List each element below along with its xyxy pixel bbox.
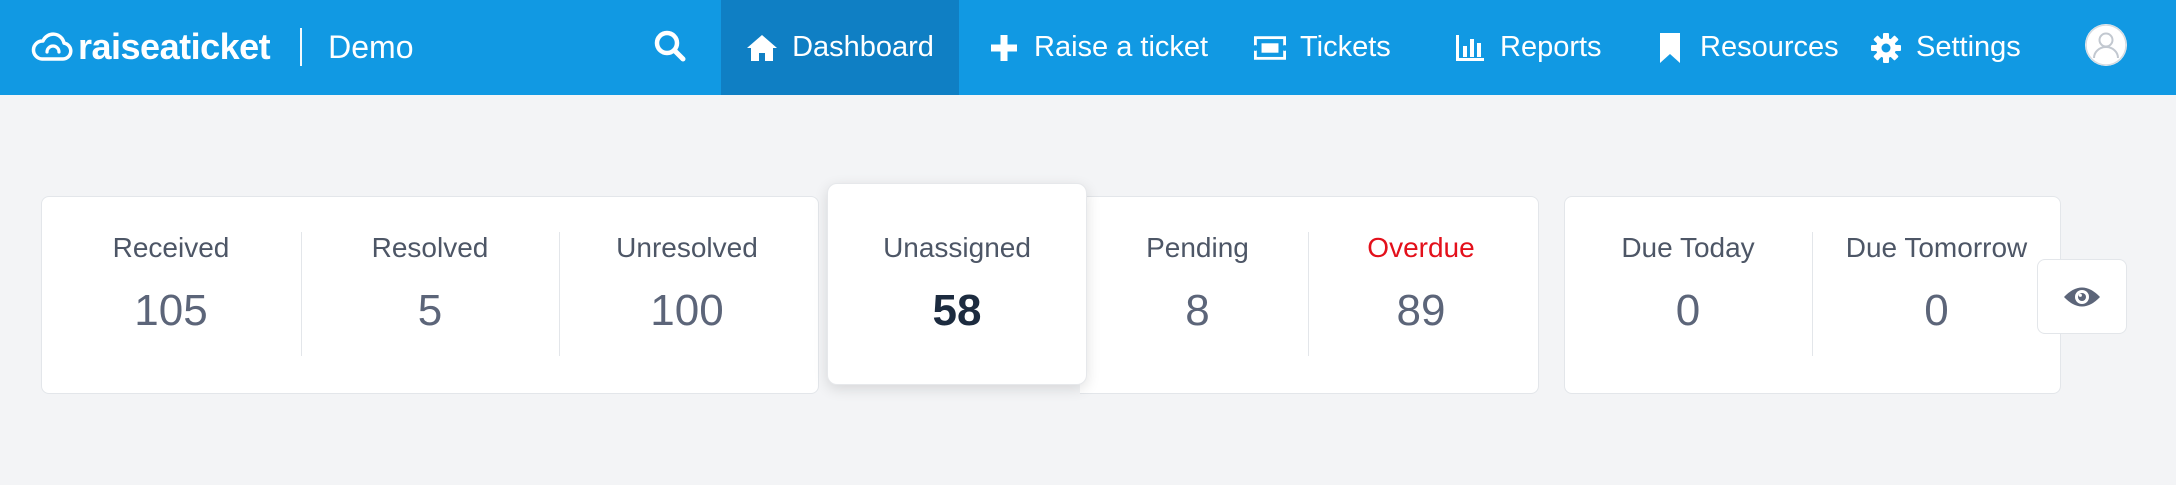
bar-chart-icon	[1456, 34, 1484, 61]
stat-due-today-value: 0	[1675, 286, 1701, 335]
stat-unresolved[interactable]: Unresolved 100	[559, 232, 815, 336]
nav-tickets-label: Tickets	[1300, 31, 1391, 63]
search-icon	[654, 30, 686, 62]
stat-unassigned-label: Unassigned	[883, 232, 1031, 263]
nav-settings[interactable]: Settings	[1870, 0, 2021, 95]
user-avatar[interactable]	[2085, 24, 2127, 66]
brand-name: raiseaticket	[78, 26, 271, 67]
bookmark-icon	[1660, 32, 1680, 63]
nav-reports-label: Reports	[1500, 31, 1602, 63]
nav-settings-label: Settings	[1916, 31, 2021, 63]
stat-pending-value: 8	[1185, 286, 1210, 335]
home-icon	[747, 34, 778, 61]
stat-pending-label: Pending	[1146, 232, 1249, 263]
cloud-logo-icon	[31, 32, 73, 61]
toggle-visibility-button[interactable]	[2037, 259, 2127, 334]
nav-resources-label: Resources	[1700, 31, 1839, 63]
stat-due-tomorrow[interactable]: Due Tomorrow 0	[1812, 232, 2061, 336]
stat-overdue-value: 89	[1396, 286, 1446, 335]
user-avatar-icon	[2085, 24, 2127, 66]
brand-separator	[300, 28, 303, 66]
top-navbar: raiseaticket Demo Dashboard Raise a tick…	[0, 0, 2176, 95]
ticket-icon	[1254, 35, 1286, 60]
nav-dashboard-label: Dashboard	[792, 31, 934, 63]
stat-received[interactable]: Received 105	[41, 232, 301, 336]
nav-reports[interactable]: Reports	[1454, 0, 1602, 95]
stat-unresolved-value: 100	[650, 286, 724, 335]
stat-resolved[interactable]: Resolved 5	[301, 232, 559, 336]
nav-raise-ticket[interactable]: Raise a ticket	[988, 0, 1208, 95]
eye-icon	[2064, 287, 2100, 306]
stat-resolved-value: 5	[417, 286, 443, 335]
stat-unassigned[interactable]: Unassigned 58	[827, 232, 1087, 336]
nav-dashboard[interactable]: Dashboard	[721, 0, 959, 95]
stat-pending[interactable]: Pending 8	[1087, 232, 1308, 336]
stat-due-today[interactable]: Due Today 0	[1564, 232, 1812, 336]
stat-received-label: Received	[112, 232, 230, 263]
stat-overdue[interactable]: Overdue 89	[1308, 232, 1534, 336]
search-button[interactable]	[648, 24, 692, 68]
plus-icon	[991, 34, 1017, 61]
brand[interactable]: raiseaticket Demo	[30, 22, 414, 72]
stat-overdue-label: Overdue	[1367, 232, 1475, 263]
stat-due-tomorrow-label: Due Tomorrow	[1845, 232, 2028, 263]
gear-icon	[1871, 32, 1901, 63]
stat-resolved-label: Resolved	[371, 232, 489, 263]
nav-raise-ticket-label: Raise a ticket	[1034, 31, 1209, 63]
stat-unresolved-label: Unresolved	[616, 232, 758, 263]
stat-received-value: 105	[134, 286, 208, 335]
stat-unassigned-value: 58	[932, 286, 982, 335]
nav-resources[interactable]: Resources	[1654, 0, 1839, 95]
stat-due-tomorrow-value: 0	[1924, 286, 1949, 335]
nav-tickets[interactable]: Tickets	[1254, 0, 1391, 95]
stat-due-today-label: Due Today	[1621, 232, 1755, 263]
workspace-name: Demo	[328, 28, 414, 65]
